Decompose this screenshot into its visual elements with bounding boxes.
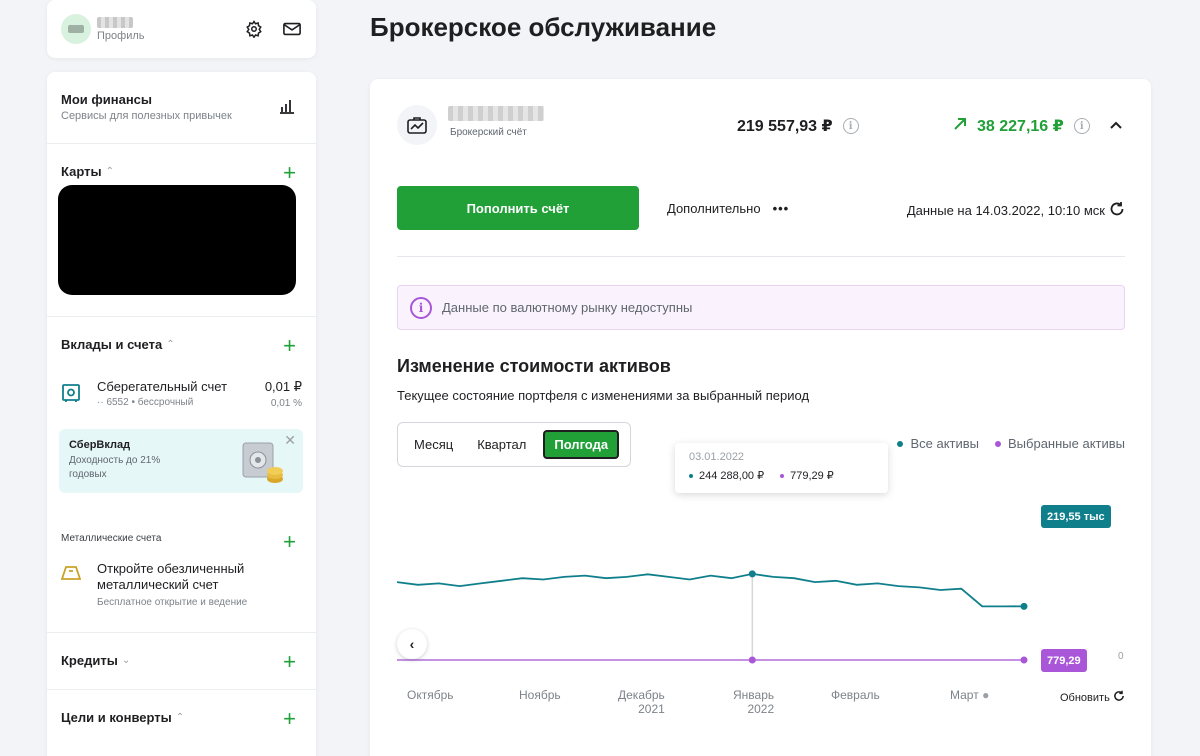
credits-title-label: Кредиты	[61, 653, 118, 668]
my-finances-section[interactable]: Мои финансы Сервисы для полезных привыче…	[47, 72, 316, 144]
deposits-title-label: Вклады и счета	[61, 337, 163, 352]
goals-title-label: Цели и конверты	[61, 710, 172, 725]
close-icon[interactable]: ✕	[284, 432, 296, 449]
chevron-up-icon: ⌃	[175, 712, 185, 723]
chart-prev-button[interactable]: ‹	[397, 629, 427, 659]
balance-value: 219 557,93 ₽	[737, 118, 833, 135]
account-type-label: Брокерский счёт	[450, 127, 527, 138]
sidebar: Мои финансы Сервисы для полезных привыче…	[47, 72, 316, 756]
credits-section: Кредиты ⌄ +	[47, 633, 316, 690]
bar-chart-icon[interactable]	[278, 98, 296, 119]
tooltip-selected-value: 779,29 ₽	[790, 470, 834, 482]
gold-bar-icon	[60, 565, 82, 585]
x-tick-february: Февраль	[831, 688, 880, 702]
goals-section: Цели и конверты ⌃ +	[47, 690, 316, 747]
cards-title[interactable]: Карты ⌃	[61, 164, 302, 179]
deposits-title[interactable]: Вклады и счета ⌃	[61, 337, 302, 352]
profit-value: 38 227,16 ₽	[977, 118, 1064, 135]
all-assets-last-value-badge: 219,55 тыс	[1041, 505, 1111, 528]
blurred-account-name	[448, 106, 544, 121]
page-title: Брокерское обслуживание	[370, 12, 717, 42]
info-icon[interactable]: i	[842, 118, 859, 134]
mail-icon[interactable]	[282, 19, 302, 39]
selected-assets-last-value-badge: 779,29	[1041, 649, 1087, 672]
account-profit: 38 227,16 ₽ i	[953, 116, 1090, 136]
brokerage-account-name[interactable]: Брокерский счёт	[448, 106, 544, 138]
account-name: Сберегательный счет	[97, 379, 228, 394]
account-balance: 219 557,93 ₽ i	[737, 116, 859, 136]
refresh-label: Обновить	[1060, 691, 1110, 704]
series-point-selected-assets-hover	[748, 656, 756, 664]
add-goal-button[interactable]: +	[283, 708, 296, 730]
series-line-all-assets	[396, 572, 1025, 608]
my-finances-title: Мои финансы	[61, 92, 153, 107]
data-timestamp: Данные на 14.03.2022, 10:10 мск	[907, 201, 1125, 220]
x-tick-march: Март ●	[950, 688, 990, 702]
safe-icon	[61, 383, 81, 403]
arrow-up-right-icon	[953, 117, 967, 136]
top-up-button[interactable]: Пополнить счёт	[397, 186, 639, 230]
more-dots-icon: •••	[772, 201, 790, 216]
refresh-icon	[1113, 690, 1125, 705]
add-deposit-button[interactable]: +	[283, 335, 296, 357]
chevron-up-icon: ⌃	[166, 339, 175, 350]
series-point-selected-assets-last	[1020, 656, 1028, 664]
account-amount: 0,01 ₽	[264, 379, 302, 394]
metal-account-promo-row[interactable]: Откройте обезличенный металлический счет…	[60, 561, 302, 608]
chart-refresh-button[interactable]: Обновить	[1060, 690, 1125, 705]
info-icon: i	[410, 296, 432, 319]
blurred-user-name	[97, 16, 133, 28]
avatar[interactable]	[61, 14, 91, 44]
brokerage-account-card: Брокерский счёт 219 557,93 ₽ i 38 227,16…	[370, 79, 1151, 756]
tooltip-all-value: 244 288,00 ₽	[699, 470, 765, 482]
x-tick-december: Декабрь 2021	[618, 688, 665, 717]
series-point-all-assets-hover	[748, 570, 756, 578]
metal-accounts-label: Металлические счета	[61, 533, 162, 544]
safe-illustration-icon	[241, 439, 283, 483]
chart-tooltip: 03.01.2022 244 288,00 ₽ 779,29 ₽	[675, 443, 888, 493]
sbervklad-promo[interactable]: СберВклад Доходность до 21% годовых ✕	[59, 429, 303, 493]
deposits-section: Вклады и счета ⌃ + Сберегательный счет ·…	[47, 317, 316, 633]
account-percent: 0,01 %	[270, 398, 302, 409]
chart-subtitle: Текущее состояние портфеля с изменениями…	[397, 388, 810, 403]
info-icon[interactable]: i	[1073, 118, 1090, 134]
x-tick-november: Ноябрь	[519, 688, 561, 702]
profile-card[interactable]: Профиль	[47, 0, 316, 58]
more-options-button[interactable]: Дополнительно •••	[667, 201, 789, 216]
metal-account-meta: Бесплатное открытие и ведение	[97, 596, 248, 608]
tooltip-date: 03.01.2022	[689, 451, 745, 463]
my-finances-subtitle: Сервисы для полезных привычек	[61, 110, 232, 122]
goals-title[interactable]: Цели и конверты ⌃	[61, 710, 302, 725]
series-point-all-assets-last	[1020, 602, 1028, 610]
x-tick-october: Октябрь	[407, 688, 454, 702]
gear-icon[interactable]	[244, 19, 264, 39]
metal-account-name: Откройте обезличенный металлический счет	[97, 561, 245, 593]
briefcase-chart-icon	[397, 105, 437, 145]
add-card-button[interactable]: +	[283, 162, 296, 184]
account-meta: ·· 6552 • бессрочный	[97, 397, 194, 408]
y-zero-label: 0	[1118, 651, 1124, 662]
x-tick-january: Январь 2022	[733, 688, 775, 717]
chevron-up-icon: ⌃	[105, 166, 114, 177]
collapse-chevron-icon[interactable]	[1110, 117, 1122, 132]
chart-title: Изменение стоимости активов	[397, 356, 671, 376]
chevron-down-icon: ⌄	[121, 655, 131, 666]
timestamp-text: Данные на 14.03.2022, 10:10 мск	[906, 203, 1105, 218]
credits-title[interactable]: Кредиты ⌄	[61, 653, 302, 668]
cards-section: Карты ⌃ +	[47, 144, 316, 317]
alert-text: Данные по валютному рынку недоступны	[442, 300, 693, 315]
cards-title-label: Карты	[61, 164, 102, 179]
profile-name-block[interactable]: Профиль	[97, 16, 145, 42]
refresh-icon[interactable]	[1109, 201, 1125, 220]
redacted-card-image[interactable]	[58, 185, 296, 295]
add-credit-button[interactable]: +	[283, 651, 296, 673]
divider	[397, 256, 1125, 257]
currency-market-alert: i Данные по валютному рынку недоступны	[397, 285, 1125, 330]
profile-label: Профиль	[97, 29, 145, 42]
promo-text: Доходность до 21% годовых	[69, 455, 161, 480]
savings-account-row[interactable]: Сберегательный счет ·· 6552 • бессрочный…	[61, 379, 302, 409]
more-label: Дополнительно	[667, 201, 761, 216]
add-metal-account-button[interactable]: +	[283, 531, 296, 553]
